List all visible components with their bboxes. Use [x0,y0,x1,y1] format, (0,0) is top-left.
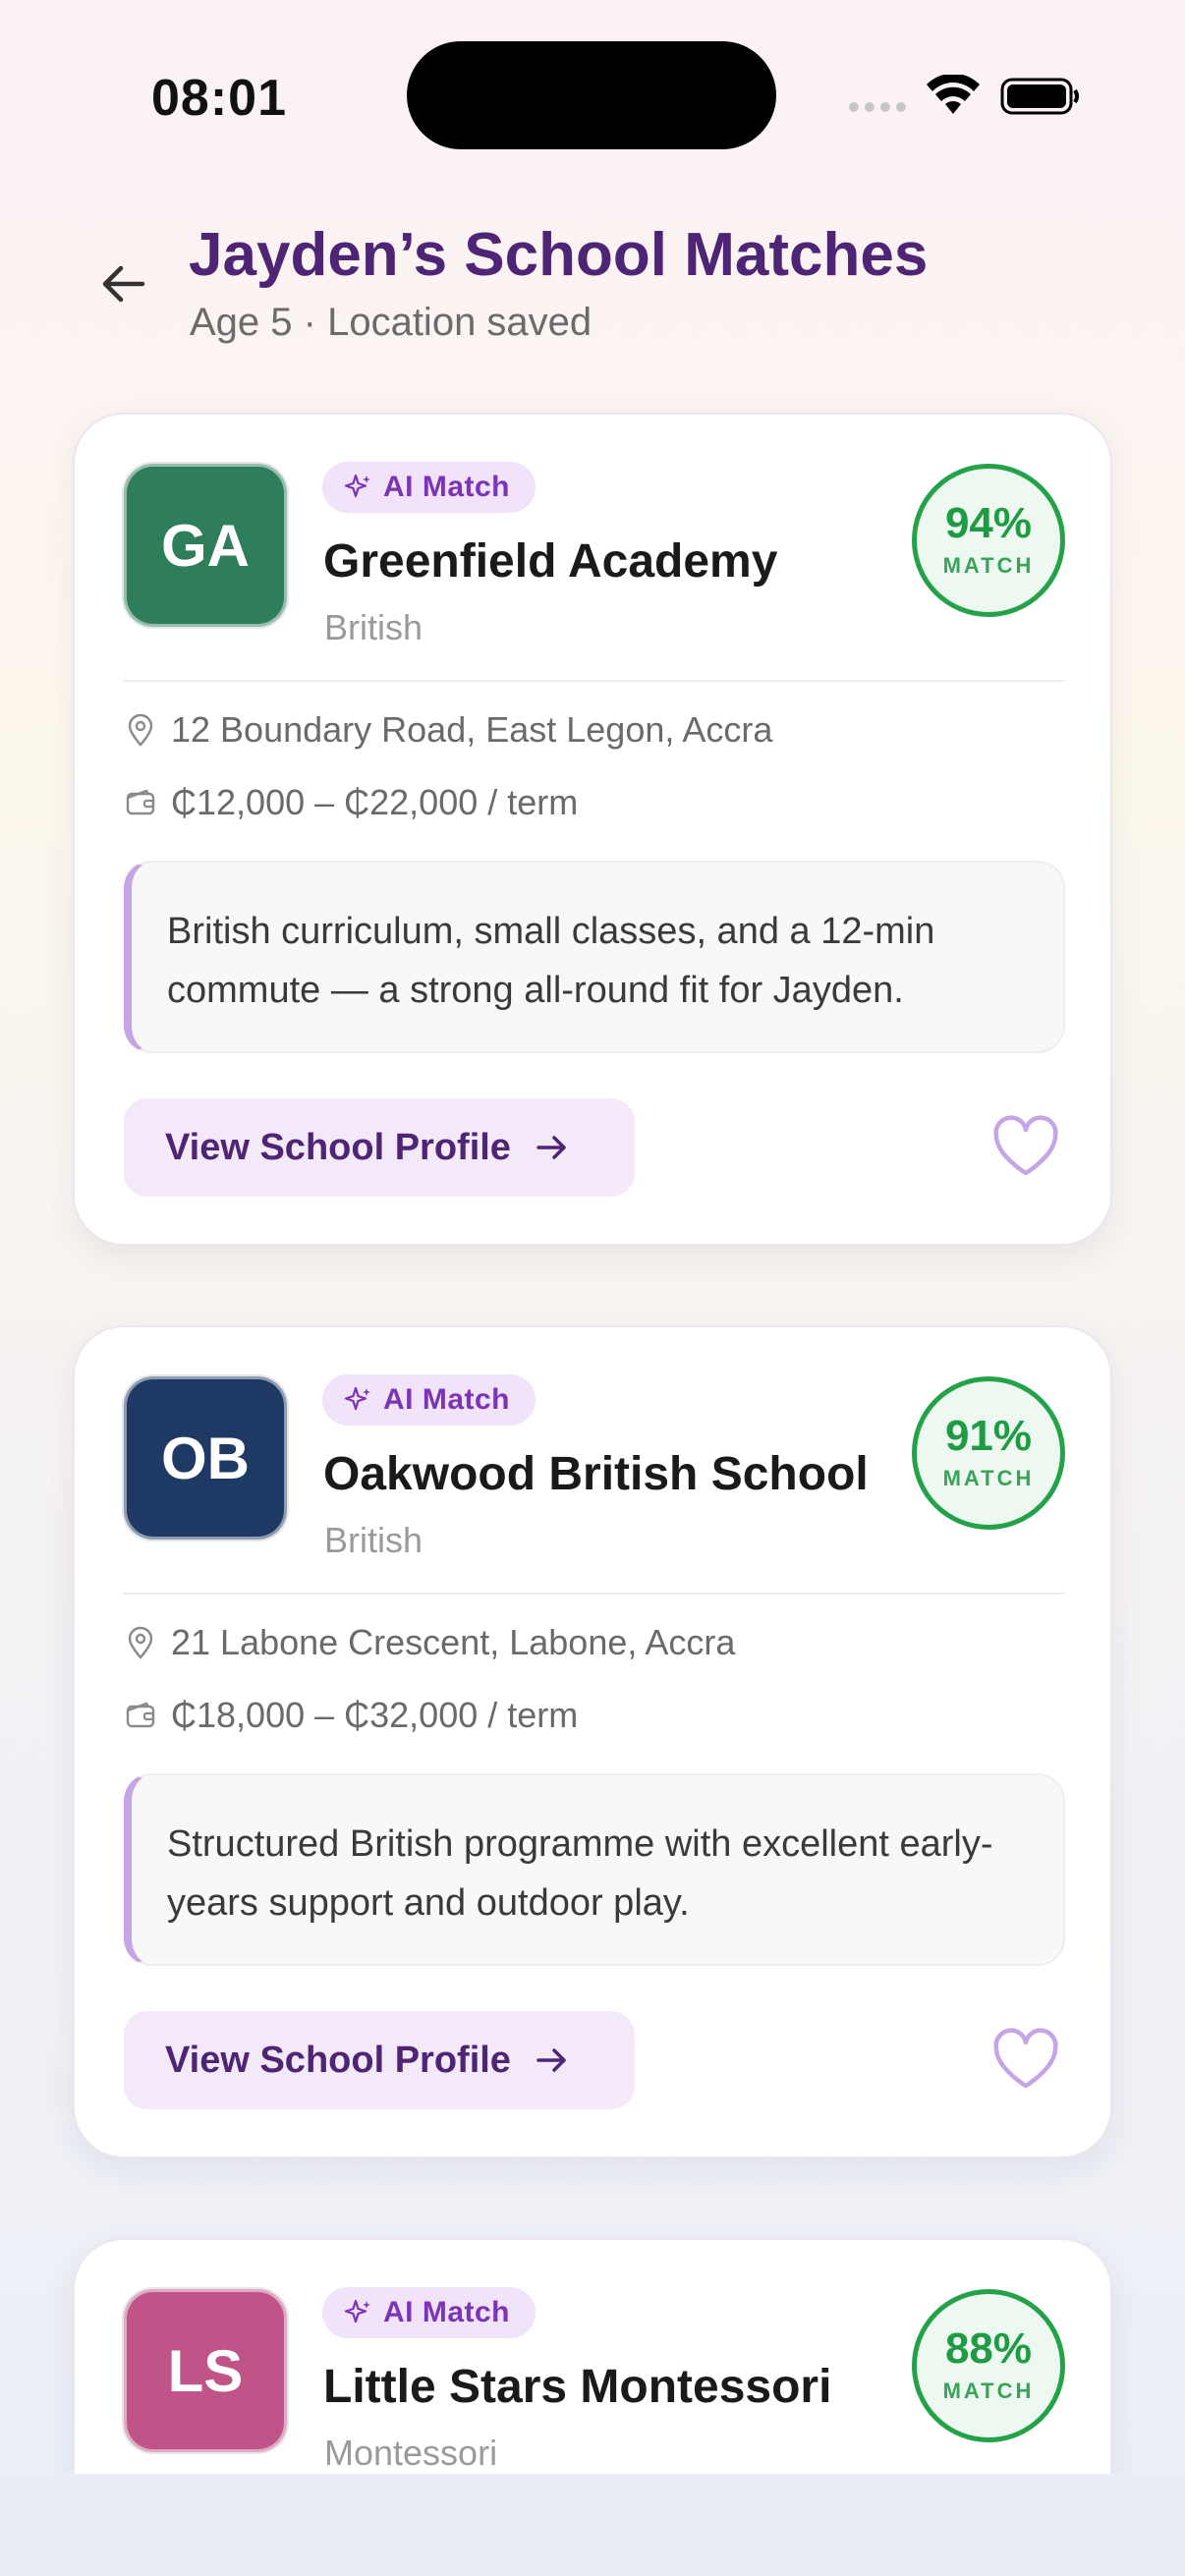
heart-icon[interactable] [990,1112,1061,1183]
wallet-icon [126,789,155,815]
map-pin-icon [128,1626,153,1659]
status-bar: 08:01 [0,0,1185,187]
arrow-left-icon [102,265,145,303]
view-school-profile-button[interactable]: View School Profile [124,2011,635,2109]
school-name: Greenfield Academy [323,535,778,588]
school-name: Little Stars Montessori [323,2361,832,2413]
match-percent: 94% [944,499,1033,547]
page-title: Jayden’s School Matches [189,221,929,289]
sparkle-icon [344,474,370,498]
fees-row: ₵18,000 – ₵32,000 / term [124,1695,578,1736]
ai-match-label: AI Match [383,2296,511,2328]
school-avatar: OB [124,1376,287,1540]
school-curriculum: British [324,1520,423,1560]
map-pin-icon [128,713,153,747]
ai-match-label: AI Match [383,471,511,503]
arrow-right-icon [536,1136,566,1159]
school-card[interactable]: OB AI Match Oakwood British School Briti… [73,1325,1112,2158]
view-profile-label: View School Profile [165,1126,511,1168]
match-score: 94% MATCH [912,464,1065,617]
match-reason: Structured British programme with excell… [124,1773,1065,1966]
view-profile-label: View School Profile [165,2039,511,2081]
match-label: MATCH [942,2379,1035,2403]
page-subtitle: Age 5 · Location saved [190,301,592,344]
divider [124,680,1065,682]
wallet-icon [126,1702,155,1728]
school-curriculum: British [324,607,423,647]
sparkle-icon [344,1386,370,1411]
match-percent: 91% [944,1412,1033,1460]
back-button[interactable] [90,252,155,316]
school-fees: ₵12,000 – ₵22,000 / term [171,782,579,822]
match-percent: 88% [944,2324,1033,2373]
arrow-right-icon [536,2048,566,2072]
school-avatar: LS [124,2289,287,2452]
ai-match-badge: AI Match [322,462,536,513]
dynamic-island [407,41,776,149]
match-score: 88% MATCH [912,2289,1065,2442]
school-address: 21 Labone Crescent, Labone, Accra [171,1622,736,1662]
match-label: MATCH [942,1466,1035,1490]
match-reason: British curriculum, small classes, and a… [124,861,1065,1053]
fees-row: ₵12,000 – ₵22,000 / term [124,782,578,823]
school-address: 12 Boundary Road, East Legon, Accra [171,709,773,750]
ai-match-badge: AI Match [322,1374,536,1426]
school-avatar: GA [124,464,287,627]
wifi-icon [927,75,980,114]
status-time: 08:01 [151,70,287,127]
address-row: 21 Labone Crescent, Labone, Accra [124,1622,735,1663]
view-school-profile-button[interactable]: View School Profile [124,1098,635,1197]
school-curriculum: Montessori [324,2433,498,2473]
school-card[interactable]: GA AI Match Greenfield Academy British 9… [73,413,1112,1246]
divider [124,1593,1065,1595]
ai-match-label: AI Match [383,1383,511,1416]
heart-icon[interactable] [990,2025,1061,2096]
battery-icon [1000,78,1079,115]
ai-match-badge: AI Match [322,2287,536,2338]
school-fees: ₵18,000 – ₵32,000 / term [171,1695,579,1735]
school-name: Oakwood British School [323,1448,869,1500]
match-label: MATCH [942,553,1035,578]
cellular-signal-icon [849,102,906,112]
address-row: 12 Boundary Road, East Legon, Accra [124,709,772,751]
sparkle-icon [344,2299,370,2324]
match-score: 91% MATCH [912,1376,1065,1530]
bottom-bar [0,2474,1185,2576]
